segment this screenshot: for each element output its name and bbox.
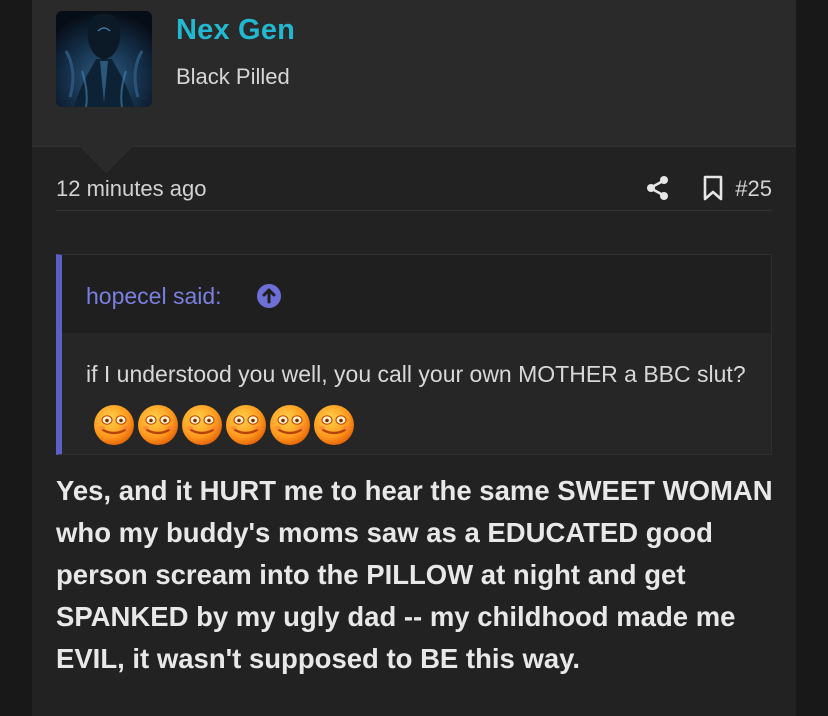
laughing-face-icon	[224, 403, 268, 447]
post-message: Yes, and it HURT me to hear the same SWE…	[56, 475, 773, 674]
emoji-group	[92, 400, 356, 447]
quote-text: if I understood you well, you call your …	[86, 351, 746, 447]
laughing-face-icon	[312, 403, 356, 447]
share-icon[interactable]	[644, 174, 672, 202]
username[interactable]: Nex Gen	[176, 14, 295, 47]
post-container: Nex Gen Black Pilled 12 minutes ago #25 …	[32, 0, 796, 716]
quote-text-content: if I understood you well, you call your …	[86, 361, 746, 387]
arrow-up-circle-icon[interactable]	[256, 283, 282, 309]
post-time[interactable]: 12 minutes ago	[56, 176, 206, 202]
avatar[interactable]	[56, 11, 152, 107]
bookmark-icon[interactable]	[700, 174, 726, 202]
laughing-face-icon	[92, 403, 136, 447]
user-title: Black Pilled	[176, 64, 290, 89]
laughing-face-icon	[268, 403, 312, 447]
laughing-face-icon	[136, 403, 180, 447]
post-number-link[interactable]: #25	[735, 176, 772, 202]
post-meta: 12 minutes ago #25	[56, 170, 772, 211]
laughing-face-icon	[180, 403, 224, 447]
quote-block: hopecel said: if I understood you well, …	[56, 254, 772, 455]
quote-author-link[interactable]: hopecel said:	[86, 283, 222, 310]
quote-header: hopecel said:	[62, 255, 771, 333]
user-panel: Nex Gen Black Pilled	[32, 0, 796, 147]
avatar-image	[56, 11, 152, 107]
